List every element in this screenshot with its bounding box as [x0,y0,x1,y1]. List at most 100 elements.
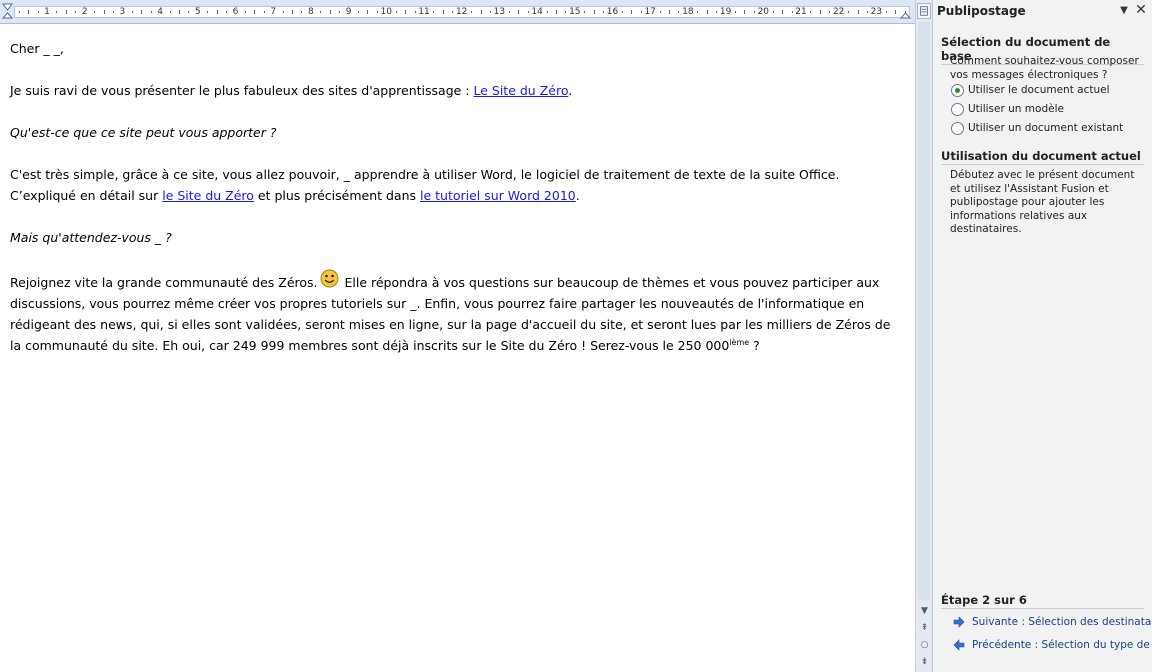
left-indent-marker-icon[interactable] [2,3,13,21]
community-end: ? [749,338,760,353]
ruler-tick [528,11,529,13]
intro-text: Je suis ravi de vous présenter le plus f… [10,83,474,98]
horizontal-ruler[interactable]: 1 2 3 4 5 6 7 8 9 10 11 12 13 14 15 16 17 18 19 20 21 22 23 [0,0,915,24]
ruler-tick [716,11,717,13]
ruler-tick [848,11,849,13]
ruler-number: 14 [531,7,543,17]
vertical-scrollbar[interactable]: ▼ ⇞ ○ ⇟ [915,0,932,672]
option-current-document[interactable]: Utiliser le document actuel [951,82,1110,98]
ruler-tick [75,11,76,13]
ruler-tick [415,11,416,13]
ruler-number: 18 [682,7,694,17]
ruler-tick [792,11,793,13]
ruler-tick [547,11,548,13]
ruler-tick [744,10,745,14]
greeting-line: Cher _ _, [10,41,64,56]
ruler-tick [782,10,783,14]
ruler-number: 13 [493,7,506,17]
ruler-tick [56,11,57,13]
details-text-b: et plus précisément dans [253,188,420,203]
ruler-number: 22 [832,7,845,17]
ruler-tick [170,11,171,13]
question-heading-2: Mais qu'attendez-vous _ ? [10,230,172,245]
ruler-tick [622,11,623,13]
radio-template[interactable] [951,102,964,116]
browse-object-icon[interactable]: ○ [918,638,931,652]
ruler-tick [594,10,595,14]
ruler-tick [556,10,557,14]
ruler-number: 12 [455,7,468,17]
site-du-zero-link[interactable]: Le Site du Zéro [473,83,568,98]
ruler-tick [301,11,302,13]
option-template[interactable]: Utiliser un modèle [951,101,1064,117]
document-body[interactable]: Cher _ _, Je suis ravi de vous présenter… [10,38,905,377]
ruler-toggle-icon[interactable] [917,3,931,19]
previous-step-link[interactable]: Précédente : Sélection du type de docume… [953,637,1152,653]
ruler-number: 16 [606,7,619,17]
option-existing-document[interactable]: Utiliser un document existant [951,120,1123,136]
option-label: Utiliser un modèle [968,103,1064,115]
ruler-tick [829,11,830,13]
ruler-tick [660,11,661,13]
arrow-left-icon [953,639,965,651]
mail-merge-task-pane: Publipostage ▼ ✕ Sélection du document d… [932,0,1152,672]
ruler-tick [895,10,896,14]
ruler-tick [735,11,736,13]
ruler-number: 9 [345,7,352,17]
pane-options-dropdown-icon[interactable]: ▼ [1117,4,1131,18]
ruler-tick [254,10,255,14]
ruler-tick [490,11,491,13]
ruler-tick [330,10,331,14]
ruler-number: 17 [644,7,656,17]
ruler-number: 21 [795,7,807,17]
next-step-link[interactable]: Suivante : Sélection des destinataires [953,614,1152,630]
ruler-number: 15 [569,7,581,17]
question-heading-1: Qu'est-ce que ce site peut vous apporter… [10,125,277,140]
ruler-tick [207,11,208,13]
ruler-number: 11 [418,7,430,17]
next-page-icon[interactable]: ⇟ [918,655,931,669]
ruler-tick [641,11,642,13]
step-indicator: Étape 2 sur 6 [941,593,1144,609]
ruler-tick [433,11,434,13]
ruler-number: 23 [870,7,883,17]
radio-existing-document[interactable] [951,121,964,135]
section-base-document-question: Comment souhaitez-vous composer vos mess… [950,55,1139,81]
ruler-tick [19,11,20,13]
word-2010-tutorial-link[interactable]: le tutoriel sur Word 2010 [420,188,576,203]
section-current-document-title: Utilisation du document actuel [941,149,1144,165]
ruler-tick [754,11,755,13]
ruler-number: 20 [757,7,770,17]
section-current-document-description: Débutez avec le présent document et util… [950,169,1135,235]
ruler-number: 8 [308,7,314,17]
ruler-tick [358,11,359,13]
ruler-tick [509,11,510,13]
ruler-tick [443,10,444,14]
ruler-tick [867,11,868,13]
ruler-tick [481,10,482,14]
scrollbar-thumb[interactable] [918,22,930,600]
ruler-number: 6 [232,7,239,17]
previous-page-icon[interactable]: ⇞ [918,621,931,635]
scroll-down-arrow-icon[interactable]: ▼ [918,604,931,618]
ruler-number: 2 [81,7,88,17]
ruler-tick [452,11,453,13]
ruler-tick [377,11,378,13]
ruler-tick [104,10,105,14]
ruler-tick [697,11,698,13]
ruler-tick [603,11,604,13]
ruler-tick [405,10,406,14]
paragraph-intro: Je suis ravi de vous présenter le plus f… [10,80,905,101]
ruler-number: 3 [119,7,126,17]
ruler-tick [113,11,114,13]
ruler-tick [678,11,679,13]
ruler-tick [886,11,887,13]
ruler-tick [339,11,340,13]
document-page[interactable]: Cher _ _, Je suis ravi de vous présenter… [0,24,915,672]
ruler-number: 1 [44,7,50,17]
pane-close-icon[interactable]: ✕ [1134,3,1148,17]
site-du-zero-link-2[interactable]: le Site du Zéro [162,188,254,203]
ruler-tick [132,11,133,13]
radio-current-document[interactable] [951,83,964,97]
ruler-tick [669,10,670,14]
